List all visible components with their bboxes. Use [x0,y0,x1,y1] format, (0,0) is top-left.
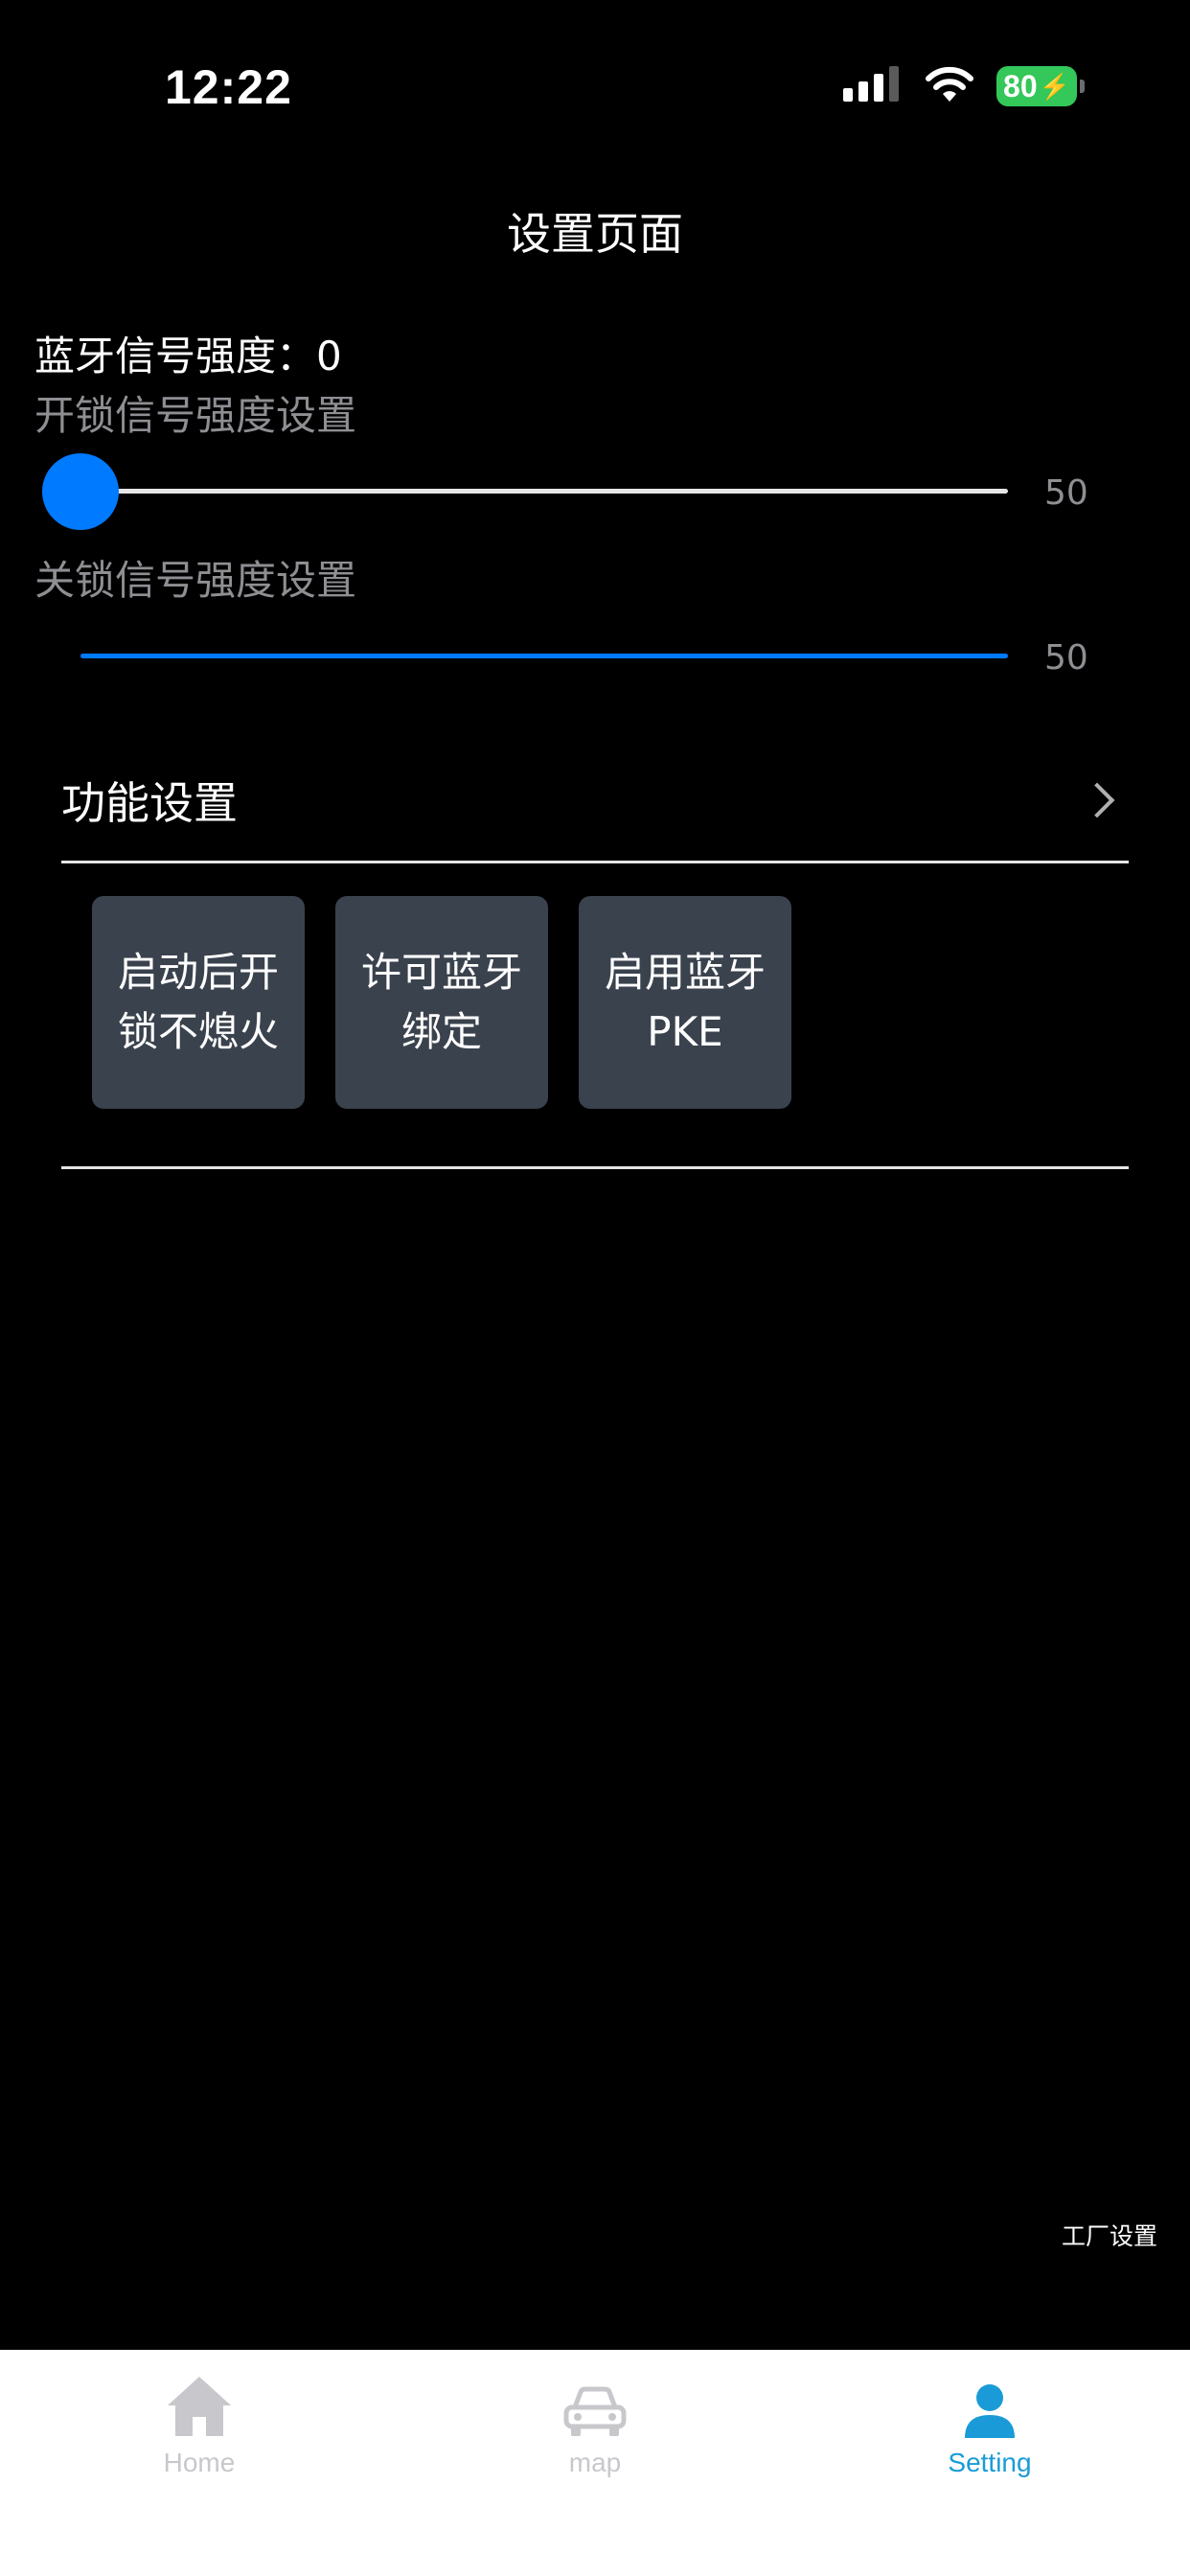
status-icons: 80 ⚡ [843,65,1085,107]
bolt-icon: ⚡ [1039,71,1070,101]
tab-map-label: map [568,2448,622,2477]
chevron-right-icon [1079,782,1115,818]
cellular-signal-icon [843,65,903,107]
tab-home[interactable]: Home [84,2363,314,2478]
car-icon [563,2363,627,2440]
home-icon [166,2363,233,2440]
user-icon [963,2363,1017,2440]
divider-bottom [61,1166,1129,1169]
unlock-signal-label: 开锁信号强度设置 [34,392,357,439]
tab-setting-label: Setting [948,2448,1032,2477]
wifi-icon [924,65,975,107]
page-title: 设置页面 [507,208,683,260]
enable-bluetooth-pke-button[interactable]: 启用蓝牙 PKE [579,896,791,1109]
tab-setting[interactable]: Setting [875,2363,1105,2478]
lock-signal-value: 50 [1044,638,1088,678]
status-time: 12:22 [165,60,292,114]
function-settings-header[interactable]: 功能设置 [61,767,1129,834]
tab-home-label: Home [163,2448,236,2477]
divider-top [61,861,1129,863]
unlock-signal-value: 50 [1044,473,1088,513]
battery-charging-icon: 80 ⚡ [996,66,1085,106]
unlock-signal-slider-track[interactable] [80,489,1008,494]
function-buttons: 启动后开 锁不熄火 许可蓝牙 绑定 启用蓝牙 PKE [92,896,791,1109]
lock-signal-label: 关锁信号强度设置 [34,557,357,604]
allow-bluetooth-binding-button[interactable]: 许可蓝牙 绑定 [335,896,548,1109]
tab-map[interactable]: map [480,2363,710,2478]
settings-page: 12:22 80 ⚡ 设置页面 蓝牙信号强度：0 开锁信号强度设置 50 关锁信… [0,0,1190,2576]
tab-bar: Home map Setting [0,2350,1190,2576]
battery-level: 80 [1003,68,1038,104]
unlock-signal-slider-thumb[interactable] [42,453,119,530]
factory-settings-link[interactable]: 工厂设置 [1062,2218,1157,2252]
start-unlock-no-stall-button[interactable]: 启动后开 锁不熄火 [92,896,305,1109]
function-settings-title: 功能设置 [61,777,238,829]
lock-signal-slider-track[interactable] [80,654,1008,658]
bluetooth-strength-label: 蓝牙信号强度：0 [34,333,342,380]
